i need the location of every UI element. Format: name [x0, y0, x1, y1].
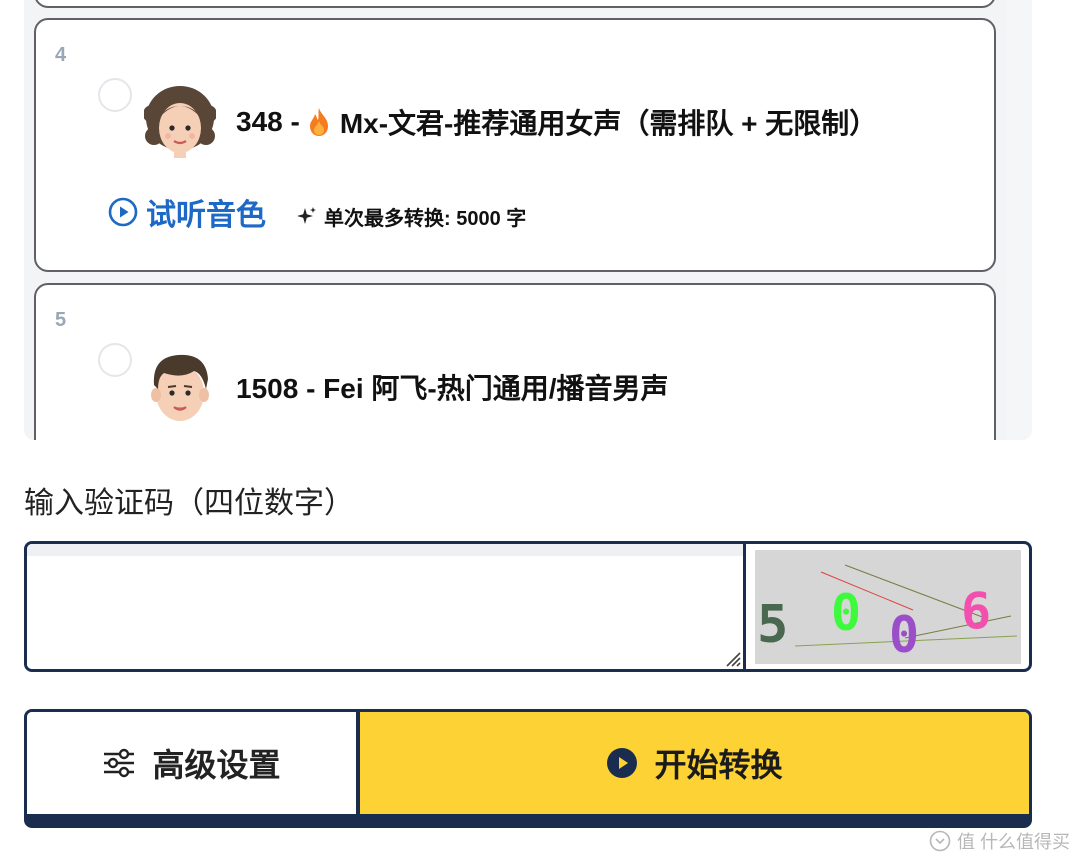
voice-index: 4 — [55, 44, 67, 66]
fire-icon — [309, 108, 328, 136]
resize-grip-icon[interactable] — [723, 649, 741, 667]
captcha-divider — [743, 544, 746, 669]
watermark-logo-icon — [929, 830, 951, 852]
male-avatar-icon — [151, 354, 209, 421]
max-chars-info: 单次最多转换: 5000 字 — [296, 202, 526, 231]
max-chars-text: 单次最多转换: 5000 字 — [324, 208, 527, 230]
start-convert-label: 开始转换 — [654, 747, 783, 783]
listen-voice-label: 试听音色 — [146, 199, 266, 232]
captcha-label: 输入验证码（四位数字） — [24, 487, 354, 520]
captcha-char-2: 0 — [831, 584, 861, 642]
voice-list[interactable]: 4 348 - Mx-文君-推荐通用女声（需排队 + 无限制） 试听音色 单次最… — [24, 0, 1032, 440]
voice-index: 5 — [55, 309, 67, 331]
captcha-image[interactable]: 5 0 0 6 — [755, 550, 1021, 664]
action-bar: 高级设置 开始转换 — [24, 709, 1032, 828]
advanced-settings-label: 高级设置 — [152, 747, 281, 783]
captcha-row: 5 0 0 6 — [24, 541, 1032, 672]
sparkle-icon — [297, 206, 316, 224]
play-circle-icon — [108, 197, 138, 227]
voice-name-prefix: 348 - — [236, 106, 300, 137]
voice-list-scrollbar[interactable] — [1006, 0, 1032, 440]
voice-card-previous[interactable] — [34, 0, 996, 8]
watermark-text: 值 什么值得买 — [956, 832, 1070, 852]
captcha-char-4: 6 — [961, 582, 991, 640]
sliders-icon — [104, 748, 135, 778]
captcha-char-1: 5 — [757, 595, 788, 655]
voice-name: 1508 - Fei 阿飞-热门通用/播音男声 — [236, 373, 669, 404]
advanced-settings-button[interactable]: 高级设置 — [27, 712, 360, 814]
play-icon — [607, 748, 638, 778]
listen-voice-button[interactable]: 试听音色 — [108, 190, 266, 234]
female-avatar-icon — [144, 86, 216, 158]
voice-name: 348 - Mx-文君-推荐通用女声（需排队 + 无限制） — [236, 102, 877, 142]
voice-card-5[interactable]: 5 1508 - Fei 阿飞-热门通用/播音男声 — [34, 283, 996, 440]
voice-select-radio[interactable] — [98, 343, 132, 377]
watermark: 值 什么值得买 — [929, 828, 1070, 854]
captcha-char-3: 0 — [889, 606, 919, 664]
voice-select-radio[interactable] — [98, 78, 132, 112]
captcha-input[interactable] — [27, 544, 743, 669]
voice-name-main: Mx-文君-推荐通用女声（需排队 + 无限制） — [339, 108, 878, 139]
voice-card-4[interactable]: 4 348 - Mx-文君-推荐通用女声（需排队 + 无限制） 试听音色 单次最… — [34, 18, 996, 272]
start-convert-button[interactable]: 开始转换 — [360, 712, 1029, 814]
